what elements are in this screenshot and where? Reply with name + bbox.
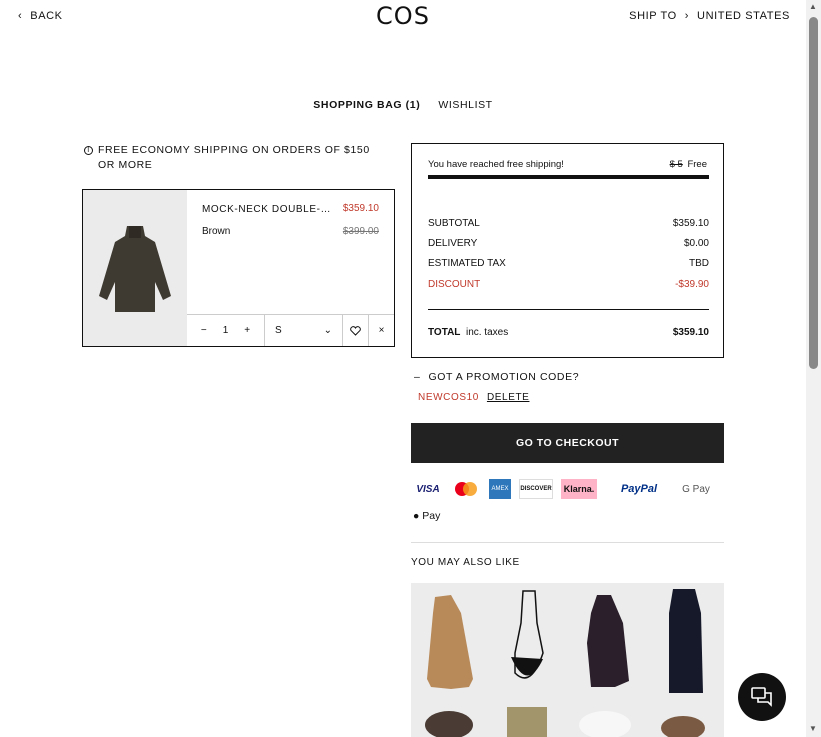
- promo-label: GOT A PROMOTION CODE?: [428, 371, 580, 383]
- tax-row: ESTIMATED TAX TBD: [428, 258, 709, 269]
- close-icon: ×: [378, 325, 385, 336]
- decrease-quantity-button[interactable]: −: [201, 325, 207, 336]
- divider: [411, 542, 724, 543]
- size-value: S: [275, 325, 282, 336]
- bag-tabs: SHOPPING BAG (1) WISHLIST: [0, 99, 806, 111]
- product-image[interactable]: [83, 190, 187, 346]
- chat-button[interactable]: [738, 673, 786, 721]
- apple-icon: ●: [413, 510, 420, 522]
- discount-row: DISCOUNT -$39.90: [428, 279, 709, 290]
- scrollbar[interactable]: ▲ ▼: [806, 0, 821, 737]
- scroll-up-icon[interactable]: ▲: [809, 2, 817, 11]
- apple-pay-icon: ● Pay: [413, 510, 440, 522]
- amex-icon: AMEX: [489, 479, 511, 499]
- scroll-down-icon[interactable]: ▼: [809, 724, 817, 733]
- shipping-cost: $ 5 Free: [670, 159, 707, 170]
- row-label: ESTIMATED TAX: [428, 258, 506, 269]
- row-label: DELIVERY: [428, 238, 478, 249]
- google-pay-icon: G Pay: [682, 483, 710, 495]
- scrollbar-thumb[interactable]: [809, 17, 818, 369]
- recommendations-title: YOU MAY ALSO LIKE: [411, 557, 520, 568]
- heart-icon: [350, 325, 361, 336]
- delete-promo-link[interactable]: DELETE: [487, 392, 530, 403]
- chat-icon: [751, 687, 772, 707]
- product-name[interactable]: MOCK-NECK DOUBLE-FACED WOOL COAT: [202, 204, 332, 215]
- free-shipping-message: You have reached free shipping!: [428, 159, 564, 170]
- product-thumbnails-icon: [425, 589, 705, 737]
- item-controls: − 1 + S ⌄ ×: [187, 314, 394, 346]
- row-value: -$39.90: [675, 279, 709, 290]
- increase-quantity-button[interactable]: +: [244, 325, 250, 336]
- chevron-right-icon: ›: [684, 10, 690, 22]
- row-value: $0.00: [683, 238, 709, 249]
- checkout-button[interactable]: GO TO CHECKOUT: [411, 423, 724, 463]
- divider: [428, 309, 709, 310]
- free-label: Free: [687, 159, 707, 170]
- total-note: inc. taxes: [465, 327, 509, 338]
- total-label: TOTAL: [428, 327, 461, 338]
- info-icon: i: [84, 146, 93, 155]
- quantity-stepper: − 1 +: [187, 315, 265, 346]
- ship-to-label: SHIP TO: [629, 10, 677, 22]
- visa-icon: VISA: [416, 483, 440, 495]
- promo-toggle[interactable]: – GOT A PROMOTION CODE?: [414, 371, 579, 383]
- order-summary: You have reached free shipping! $ 5 Free…: [411, 143, 724, 358]
- free-shipping-text: FREE ECONOMY SHIPPING ON ORDERS OF $150 …: [98, 144, 370, 171]
- ship-to-selector[interactable]: SHIP TO › UNITED STATES: [629, 10, 790, 22]
- remove-item-button[interactable]: ×: [369, 315, 394, 346]
- size-select[interactable]: S ⌄: [265, 315, 343, 346]
- mastercard-icon: [451, 479, 481, 499]
- quantity-value: 1: [222, 325, 229, 336]
- total-label-group: TOTAL inc. taxes: [428, 327, 508, 338]
- recommendations-grid[interactable]: [411, 583, 724, 737]
- country-label: UNITED STATES: [697, 10, 790, 22]
- total-row: TOTAL inc. taxes $359.10: [428, 327, 709, 338]
- row-value: $359.10: [672, 218, 709, 229]
- delivery-row: DELIVERY $0.00: [428, 238, 709, 249]
- payment-methods: VISA AMEX DISCOVER Klarna. PayPal G Pay: [413, 479, 711, 499]
- tab-shopping-bag[interactable]: SHOPPING BAG (1): [313, 99, 420, 111]
- total-value: $359.10: [672, 327, 709, 338]
- promo-code: NEWCOS10: [418, 392, 479, 403]
- product-price: $359.10: [342, 203, 379, 214]
- coat-image-icon: [99, 226, 171, 312]
- apple-pay-label: Pay: [422, 510, 441, 522]
- klarna-icon: Klarna.: [561, 479, 597, 499]
- bag-item-card: MOCK-NECK DOUBLE-FACED WOOL COAT $359.10…: [82, 189, 395, 347]
- row-label: DISCOUNT: [428, 279, 481, 290]
- old-shipping-cost: $ 5: [669, 159, 683, 170]
- wishlist-button[interactable]: [343, 315, 369, 346]
- discover-icon: DISCOVER: [519, 479, 553, 499]
- subtotal-row: SUBTOTAL $359.10: [428, 218, 709, 229]
- applied-promo: NEWCOS10 DELETE: [418, 392, 529, 403]
- chevron-down-icon: ⌄: [323, 325, 332, 336]
- product-color: Brown: [202, 226, 231, 237]
- tab-wishlist[interactable]: WISHLIST: [438, 99, 492, 111]
- row-value: TBD: [689, 258, 709, 269]
- paypal-icon: PayPal: [620, 483, 658, 495]
- original-price: $399.00: [342, 226, 379, 237]
- free-shipping-notice: i FREE ECONOMY SHIPPING ON ORDERS OF $15…: [84, 143, 384, 173]
- free-shipping-progress: [428, 175, 709, 179]
- minus-icon: –: [414, 371, 421, 383]
- row-label: SUBTOTAL: [428, 218, 480, 229]
